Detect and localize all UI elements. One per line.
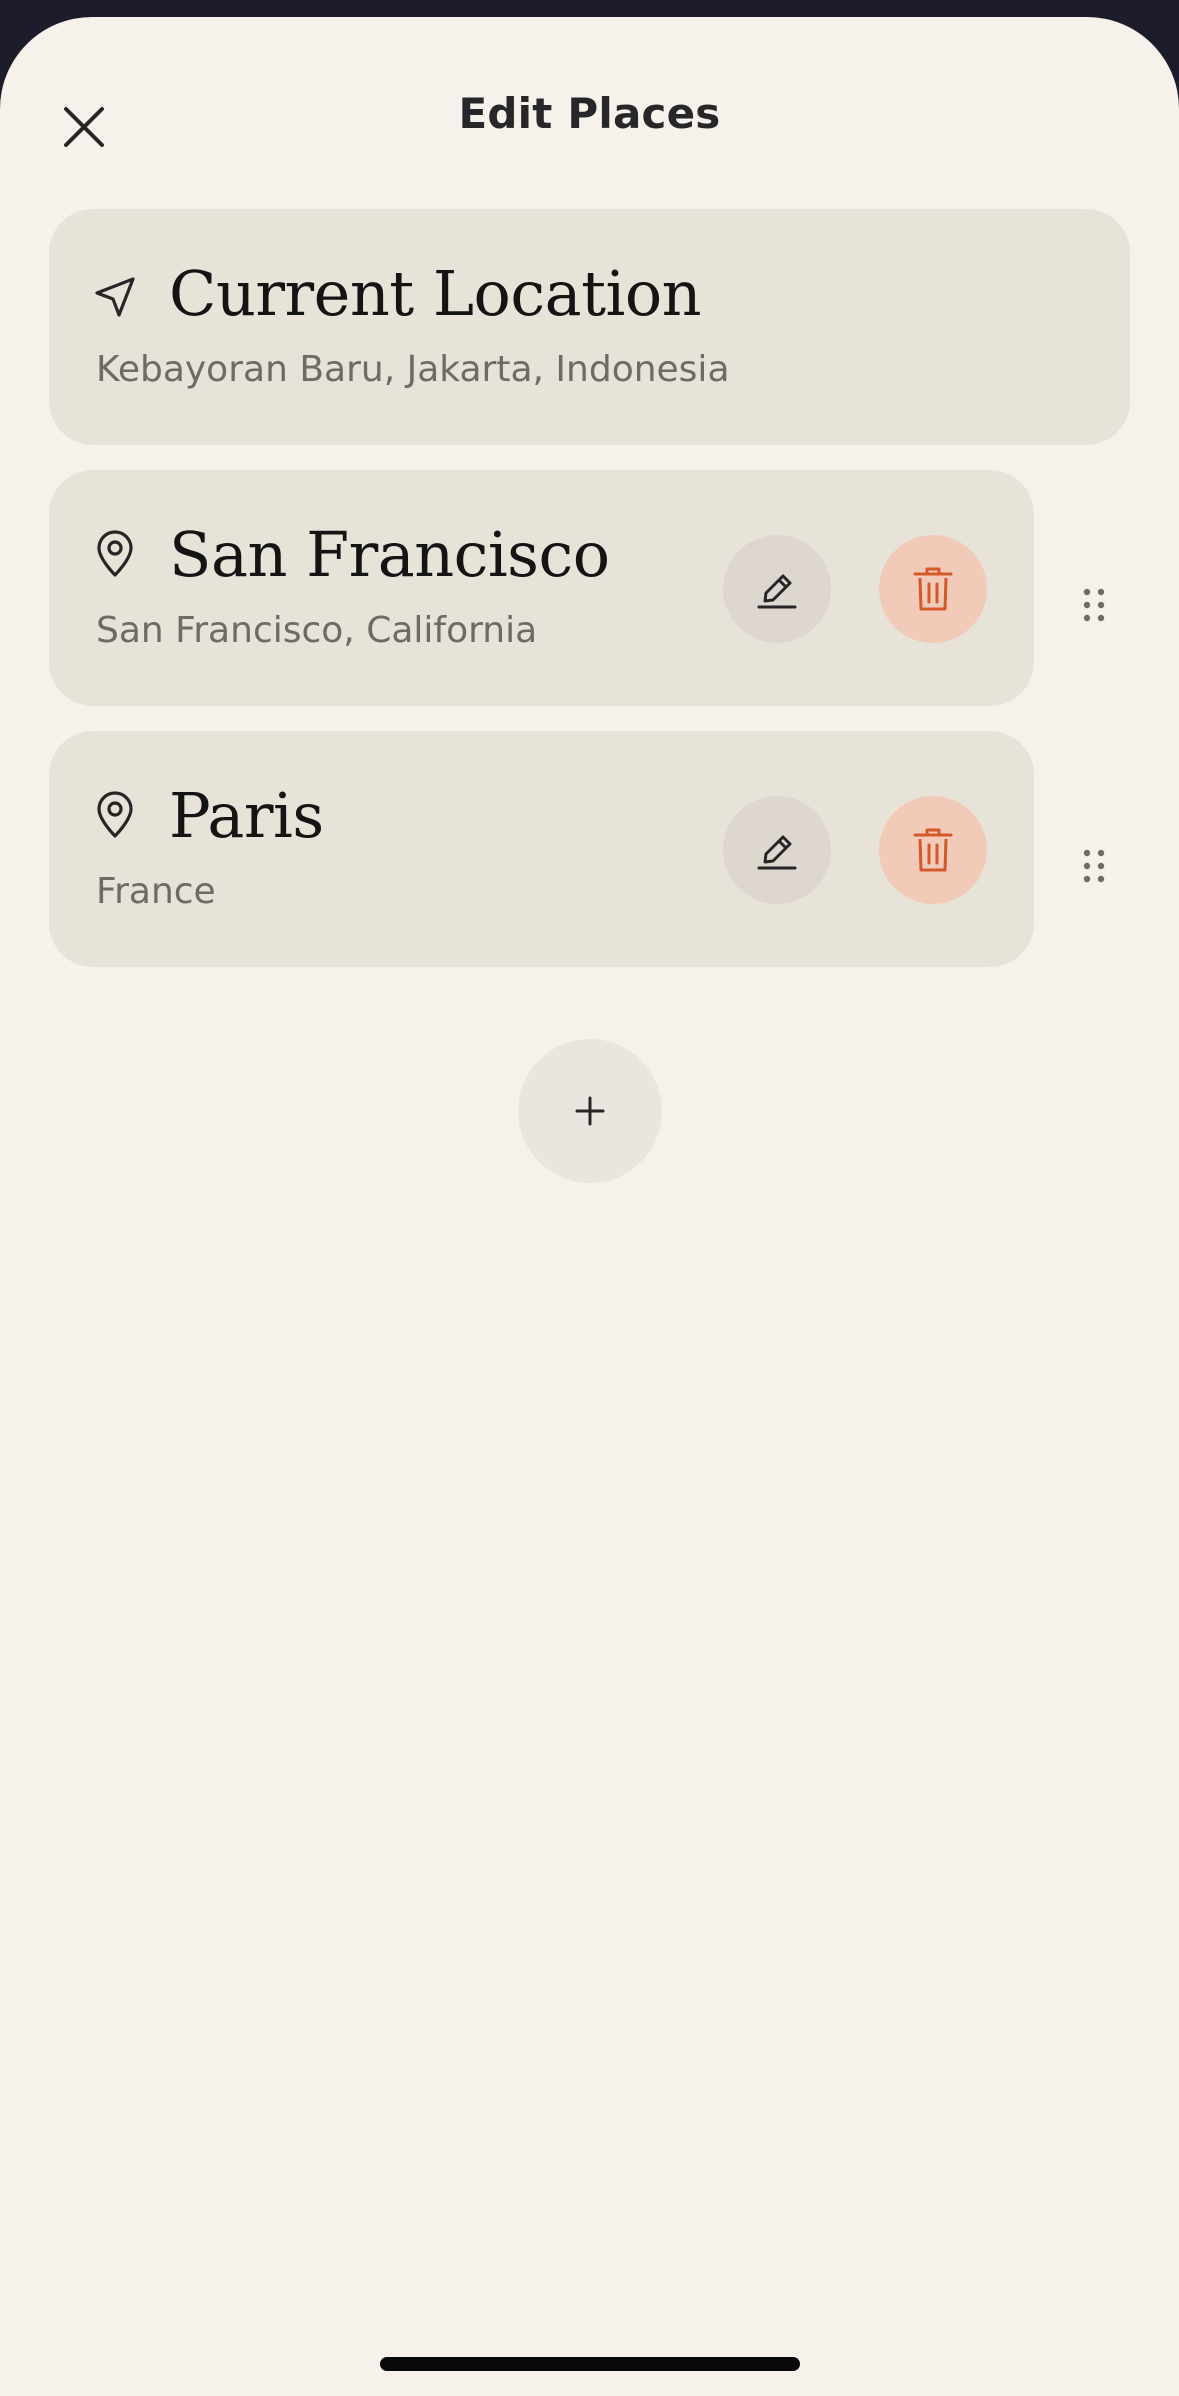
pencil-icon [757,574,797,609]
drag-handle-icon [1083,849,1105,883]
place-name: San Francisco [169,518,610,591]
edit-place-button[interactable] [723,796,831,904]
place-subtitle: San Francisco, California [96,610,538,651]
edit-place-button[interactable] [723,535,831,643]
plus-icon [575,1096,605,1126]
map-pin-icon [97,791,133,838]
delete-place-button[interactable] [879,796,987,904]
delete-place-button[interactable] [879,535,987,643]
place-name: Paris [169,779,324,852]
home-indicator[interactable] [380,2357,800,2371]
page-title: Edit Places [458,89,721,138]
drag-handle-paris[interactable] [1074,842,1114,890]
place-card-paris[interactable]: Paris France [49,731,1034,967]
place-subtitle: France [96,871,216,912]
place-name: Current Location [169,257,702,330]
drag-handle-icon [1083,588,1105,622]
place-subtitle: Kebayoran Baru, Jakarta, Indonesia [96,349,730,390]
add-place-button[interactable] [518,1039,662,1183]
navigation-arrow-icon [95,277,135,317]
trash-icon [913,828,953,872]
map-pin-icon [97,530,133,577]
drag-handle-san-francisco[interactable] [1074,581,1114,629]
pencil-icon [757,835,797,870]
trash-icon [913,567,953,611]
edit-places-sheet: Edit Places Current Location Kebayoran B… [0,17,1179,2396]
place-card-san-francisco[interactable]: San Francisco San Francisco, California [49,470,1034,706]
place-card-current-location[interactable]: Current Location Kebayoran Baru, Jakarta… [49,209,1130,445]
